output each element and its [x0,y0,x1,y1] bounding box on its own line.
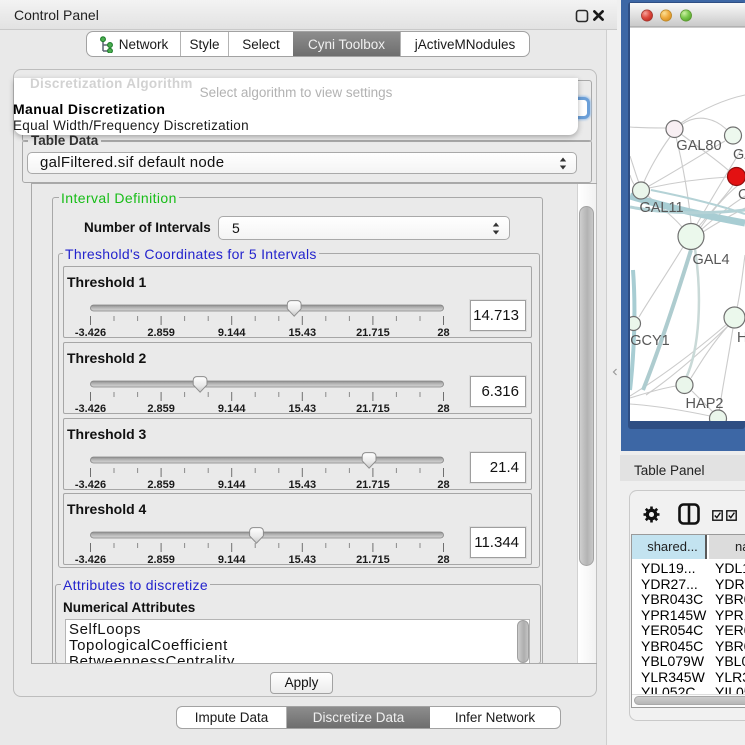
svg-text:GAL2: GAL2 [733,147,745,163]
svg-text:HAP2: HAP2 [686,396,724,412]
svg-text:HIS4: HIS4 [737,330,745,346]
svg-text:C: C [738,187,745,203]
svg-text:GAL80: GAL80 [676,138,721,154]
svg-text:GAL11: GAL11 [639,200,683,216]
svg-text:GAL4: GAL4 [692,252,729,268]
svg-text:GCY1: GCY1 [630,333,670,349]
